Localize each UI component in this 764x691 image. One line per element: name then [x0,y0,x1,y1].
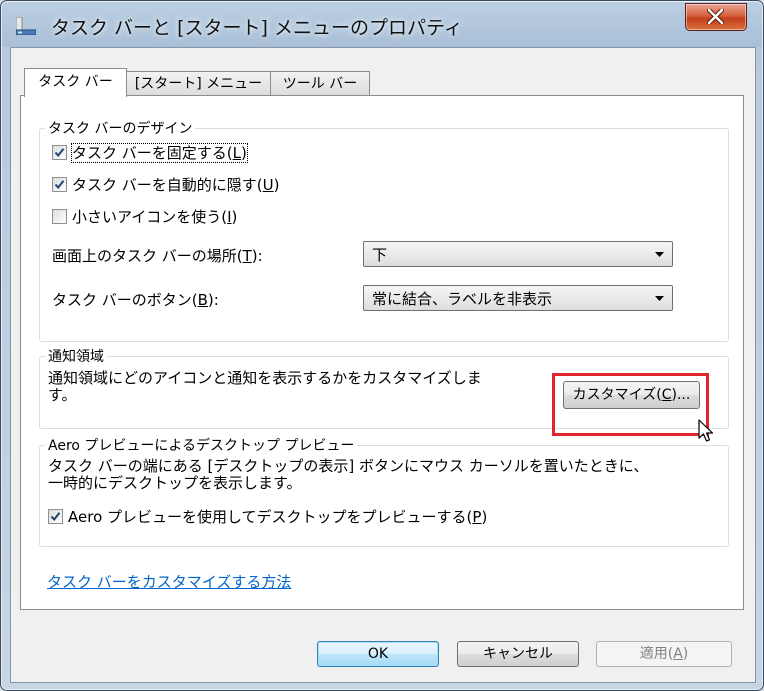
autohide-label: タスク バーを自動的に隠す(U) [72,176,280,194]
apply-button[interactable]: 適用(A) [596,641,732,667]
ok-button[interactable]: OK [317,641,439,667]
aero-peek-checkbox[interactable]: Aero プレビューを使用してデスクトップをプレビューする(P) [48,506,487,527]
aero-group-title: Aero プレビューによるデスクトップ プレビュー [45,435,358,455]
aero-description: タスク バーの端にある [デスクトップの表示] ボタンにマウス カーソルを置いた… [48,457,649,492]
tab-start-menu-label: [スタート] メニュー [134,76,263,92]
design-group: タスク バーのデザイン タスク バーを固定する(L) タスク バーを自動的に隠す… [39,118,729,342]
design-group-title: タスク バーのデザイン [45,118,196,138]
small-icons-label: 小さいアイコンを使う(I) [72,208,238,226]
aero-group: Aero プレビューによるデスクトップ プレビュー タスク バーの端にある [デ… [39,435,729,547]
dropdown-arrow-icon [655,296,664,301]
close-button[interactable] [685,3,747,31]
autohide-checkbox[interactable]: タスク バーを自動的に隠す(U) [52,174,279,195]
tab-toolbars-label: ツール バー [282,76,358,92]
buttons-dropdown[interactable]: 常に結合、ラベルを非表示 [363,285,673,311]
dialog-body: タスク バー [スタート] メニュー ツール バー タスク バーのデザイン タス… [10,47,756,683]
aero-peek-check[interactable] [48,509,63,524]
small-icons-check[interactable] [52,209,67,224]
title-bar[interactable]: タスク バーと [スタート] メニューのプロパティ [1,1,763,47]
buttons-label: タスク バーのボタン(B): [52,291,219,309]
help-link[interactable]: タスク バーをカスタマイズする方法 [47,571,291,592]
tab-toolbars[interactable]: ツール バー [270,71,370,96]
lock-taskbar-checkbox[interactable]: タスク バーを固定する(L) [52,142,248,163]
location-label: 画面上のタスク バーの場所(T): [52,247,263,265]
close-icon [707,9,724,24]
ok-label: OK [367,646,389,662]
apply-label: 適用(A) [639,646,689,662]
lock-taskbar-check[interactable] [52,145,67,160]
location-dropdown[interactable]: 下 [363,241,673,267]
dropdown-arrow-icon [655,252,664,257]
tab-start-menu[interactable]: [スタート] メニュー [125,71,272,96]
cancel-label: キャンセル [483,646,553,662]
notify-group-title: 通知領域 [45,346,107,366]
taskbar-icon [15,16,37,36]
checkmark-icon [50,512,61,522]
autohide-check[interactable] [52,177,67,192]
customize-button[interactable]: カスタマイズ(C)... [563,381,700,409]
notify-description: 通知領域にどのアイコンと通知を表示するかをカスタマイズしま す。 [48,369,482,404]
cancel-button[interactable]: キャンセル [457,641,579,667]
location-value: 下 [372,246,388,264]
checkmark-icon [54,148,65,158]
buttons-value: 常に結合、ラベルを非表示 [372,290,553,308]
lock-taskbar-label: タスク バーを固定する(L) [71,143,248,163]
small-icons-checkbox[interactable]: 小さいアイコンを使う(I) [52,206,237,227]
checkmark-icon [54,180,65,190]
properties-window: タスク バーと [スタート] メニューのプロパティ タスク バー [スタート] … [0,0,764,691]
aero-peek-label: Aero プレビューを使用してデスクトップをプレビューする(P) [68,508,488,526]
taskbar-tab-panel: タスク バーのデザイン タスク バーを固定する(L) タスク バーを自動的に隠す… [20,95,744,610]
tab-taskbar[interactable]: タスク バー [24,68,127,97]
tab-taskbar-label: タスク バー [38,74,113,90]
window-title: タスク バーと [スタート] メニューのプロパティ [51,17,463,39]
customize-label: カスタマイズ(C)... [572,387,691,403]
mouse-cursor-icon [698,419,714,442]
